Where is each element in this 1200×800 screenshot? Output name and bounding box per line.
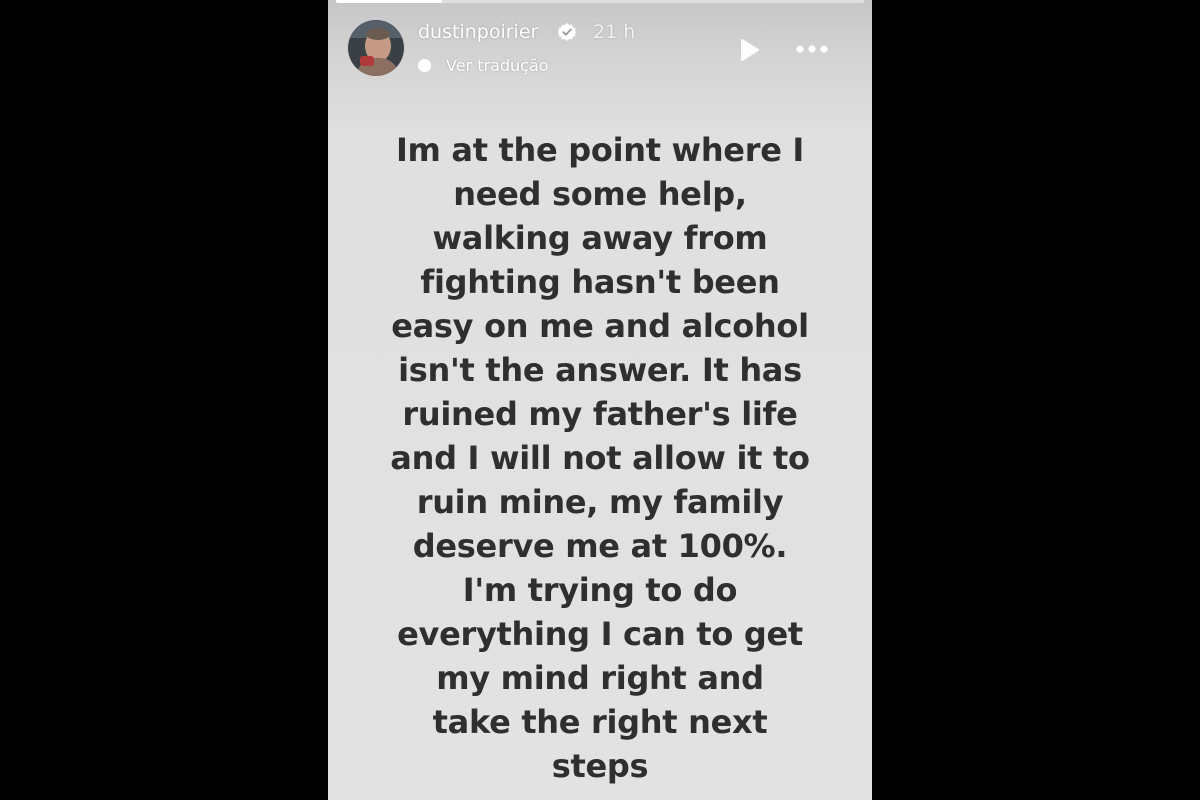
story-text-line: everything I can to get [397,615,803,653]
story-text-line: need some help, [453,175,747,213]
post-time: 21 h [593,21,636,43]
story-text-line: easy on me and alcohol [391,307,809,345]
story-text-line: fighting hasn't been [420,263,780,301]
avatar-image [348,20,404,76]
play-icon[interactable] [734,36,762,64]
story-text-line: Im at the point where I [395,131,805,169]
story-text-line: and I will not allow it to [390,439,810,477]
more-options-icon[interactable] [792,38,832,60]
story-text-line: I'm trying to do [462,571,738,609]
story-progress-fill [336,0,442,3]
story-text-line: take the right next [432,703,768,741]
story-text-line: isn't the answer. It has [398,351,802,389]
translate-icon [418,58,431,72]
story-text-line: ruined my father's life [402,395,798,433]
story-text-line: deserve me at 100%. [412,527,788,565]
story-text: Im at the point where I need some help, wa… [348,128,852,788]
story-viewer: dustinpoirier 21 h Ver tradução Im at th… [0,0,1200,800]
story-text-line: walking away from [432,219,768,257]
story-card[interactable]: dustinpoirier 21 h Ver tradução Im at th… [328,0,872,800]
translate-link[interactable]: Ver tradução [418,54,549,76]
username[interactable]: dustinpoirier [418,20,538,44]
story-progress-bar [336,0,864,3]
translate-label: Ver tradução [446,55,549,75]
story-text-line: my mind right and [436,659,764,697]
verified-badge-icon [558,23,576,41]
story-text-line: ruin mine, my family [416,483,784,521]
story-text-line: steps [551,747,649,785]
avatar[interactable] [348,20,404,76]
